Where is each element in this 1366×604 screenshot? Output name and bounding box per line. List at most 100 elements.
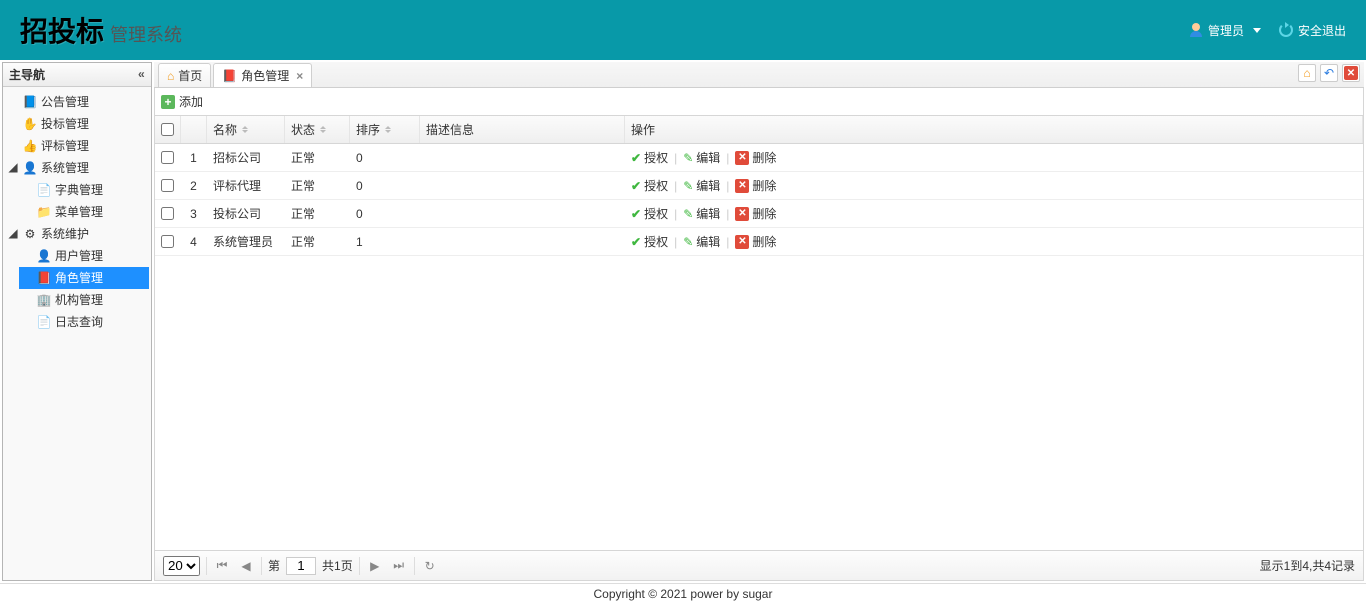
sidebar-item[interactable]: 📕角色管理 (19, 267, 149, 289)
sidebar-item[interactable]: 👤用户管理 (19, 245, 149, 267)
sidebar-header: 主导航 « (3, 63, 151, 87)
cell-desc (420, 200, 625, 227)
tool-back-button[interactable]: ↶ (1320, 64, 1338, 82)
tab-roles[interactable]: 📕 角色管理 × (213, 63, 312, 87)
row-checkbox[interactable] (161, 179, 174, 192)
sidebar-item[interactable]: 📄日志查询 (19, 311, 149, 333)
edit-button[interactable]: ✎ 编辑 (683, 205, 720, 222)
col-status[interactable]: 状态 (285, 116, 350, 143)
tree-node-label: 字典管理 (55, 180, 103, 200)
add-button[interactable]: + 添加 (161, 93, 203, 110)
cell-sort: 1 (350, 228, 420, 255)
table-row[interactable]: 1招标公司正常0✔ 授权|✎ 编辑|✕ 删除 (155, 144, 1363, 172)
sidebar-group[interactable]: ◢👤系统管理 (5, 157, 149, 179)
tree-node-label: 机构管理 (55, 290, 103, 310)
delete-icon: ✕ (735, 207, 749, 221)
col-desc[interactable]: 描述信息 (420, 116, 625, 143)
delete-button[interactable]: ✕ 删除 (735, 149, 776, 166)
check-icon: ✔ (631, 151, 641, 165)
refresh-icon (1279, 23, 1293, 37)
role-icon: 📕 (222, 69, 237, 83)
cell-sort: 0 (350, 172, 420, 199)
prev-page-button[interactable]: ◀ (237, 557, 255, 575)
tree-node-icon: 👍 (22, 138, 38, 154)
col-name[interactable]: 名称 (207, 116, 285, 143)
home-icon: ⌂ (167, 69, 174, 83)
delete-button[interactable]: ✕ 删除 (735, 205, 776, 222)
first-page-button[interactable]: ⏮ (213, 557, 231, 575)
tool-home-button[interactable]: ⌂ (1298, 64, 1316, 82)
chevron-down-icon (1253, 28, 1261, 33)
close-icon: ✕ (1344, 66, 1358, 80)
edit-icon: ✎ (683, 207, 693, 221)
sidebar-item[interactable]: 📁菜单管理 (19, 201, 149, 223)
app-header: 招投标 管理系统 管理员 安全退出 (0, 0, 1366, 60)
sidebar: 主导航 « 📘公告管理✋投标管理👍评标管理◢👤系统管理📄字典管理📁菜单管理◢⚙系… (2, 62, 152, 581)
tool-close-button[interactable]: ✕ (1342, 64, 1360, 82)
tree-node-icon: ✋ (22, 116, 38, 132)
check-icon: ✔ (631, 207, 641, 221)
tab-close-button[interactable]: × (296, 69, 303, 83)
page-size-select[interactable]: 20 (163, 556, 200, 576)
auth-button[interactable]: ✔ 授权 (631, 233, 668, 250)
tree-node-icon: 📄 (36, 182, 52, 198)
page-prefix: 第 (268, 557, 280, 574)
sidebar-item[interactable]: ✋投标管理 (5, 113, 149, 135)
auth-button[interactable]: ✔ 授权 (631, 205, 668, 222)
sidebar-item[interactable]: 👍评标管理 (5, 135, 149, 157)
delete-button[interactable]: ✕ 删除 (735, 177, 776, 194)
auth-button[interactable]: ✔ 授权 (631, 177, 668, 194)
cell-index: 2 (181, 172, 207, 199)
tree-node-icon: 👤 (22, 160, 38, 176)
cell-desc (420, 172, 625, 199)
row-checkbox[interactable] (161, 207, 174, 220)
logo-sub-text: 管理系统 (110, 21, 182, 47)
delete-button[interactable]: ✕ 删除 (735, 233, 776, 250)
tab-home[interactable]: ⌂ 首页 (158, 63, 211, 87)
cell-ops: ✔ 授权|✎ 编辑|✕ 删除 (625, 228, 1363, 255)
row-checkbox[interactable] (161, 151, 174, 164)
page-total: 共1页 (322, 557, 353, 574)
select-all-checkbox[interactable] (161, 123, 174, 136)
sidebar-collapse-button[interactable]: « (138, 68, 145, 82)
tree-node-label: 日志查询 (55, 312, 103, 332)
sidebar-group[interactable]: ◢⚙系统维护 (5, 223, 149, 245)
edit-button[interactable]: ✎ 编辑 (683, 233, 720, 250)
next-page-button[interactable]: ▶ (366, 557, 384, 575)
row-checkbox[interactable] (161, 235, 174, 248)
grid-body: 1招标公司正常0✔ 授权|✎ 编辑|✕ 删除2评标代理正常0✔ 授权|✎ 编辑|… (155, 144, 1363, 550)
cell-status: 正常 (285, 228, 350, 255)
tree-node-label: 菜单管理 (55, 202, 103, 222)
logout-button[interactable]: 安全退出 (1279, 22, 1346, 39)
cell-status: 正常 (285, 200, 350, 227)
col-index (181, 116, 207, 143)
back-icon: ↶ (1324, 66, 1334, 80)
auth-button[interactable]: ✔ 授权 (631, 149, 668, 166)
edit-button[interactable]: ✎ 编辑 (683, 149, 720, 166)
col-sort[interactable]: 排序 (350, 116, 420, 143)
footer: Copyright © 2021 power by sugar (0, 583, 1366, 603)
sort-icon (242, 126, 248, 133)
col-ops: 操作 (625, 116, 1363, 143)
edit-button[interactable]: ✎ 编辑 (683, 177, 720, 194)
sidebar-item[interactable]: 📘公告管理 (5, 91, 149, 113)
tab-bar: ⌂ 首页 📕 角色管理 × ⌂ ↶ ✕ (154, 62, 1364, 88)
table-row[interactable]: 3投标公司正常0✔ 授权|✎ 编辑|✕ 删除 (155, 200, 1363, 228)
sidebar-item[interactable]: 🏢机构管理 (19, 289, 149, 311)
cell-desc (420, 228, 625, 255)
tree-toggle-icon: ◢ (7, 158, 19, 178)
sidebar-item[interactable]: 📄字典管理 (19, 179, 149, 201)
col-check[interactable] (155, 116, 181, 143)
table-row[interactable]: 2评标代理正常0✔ 授权|✎ 编辑|✕ 删除 (155, 172, 1363, 200)
page-input[interactable] (286, 557, 316, 575)
table-row[interactable]: 4系统管理员正常1✔ 授权|✎ 编辑|✕ 删除 (155, 228, 1363, 256)
tree-node-label: 系统维护 (41, 224, 89, 244)
refresh-button[interactable]: ↻ (421, 557, 439, 575)
cell-sort: 0 (350, 200, 420, 227)
cell-ops: ✔ 授权|✎ 编辑|✕ 删除 (625, 200, 1363, 227)
last-page-button[interactable]: ⏭ (390, 557, 408, 575)
user-menu[interactable]: 管理员 (1189, 22, 1261, 39)
user-icon (1189, 23, 1203, 37)
logo-main-text: 招投标 (20, 10, 104, 50)
tab-label: 角色管理 (241, 67, 289, 84)
